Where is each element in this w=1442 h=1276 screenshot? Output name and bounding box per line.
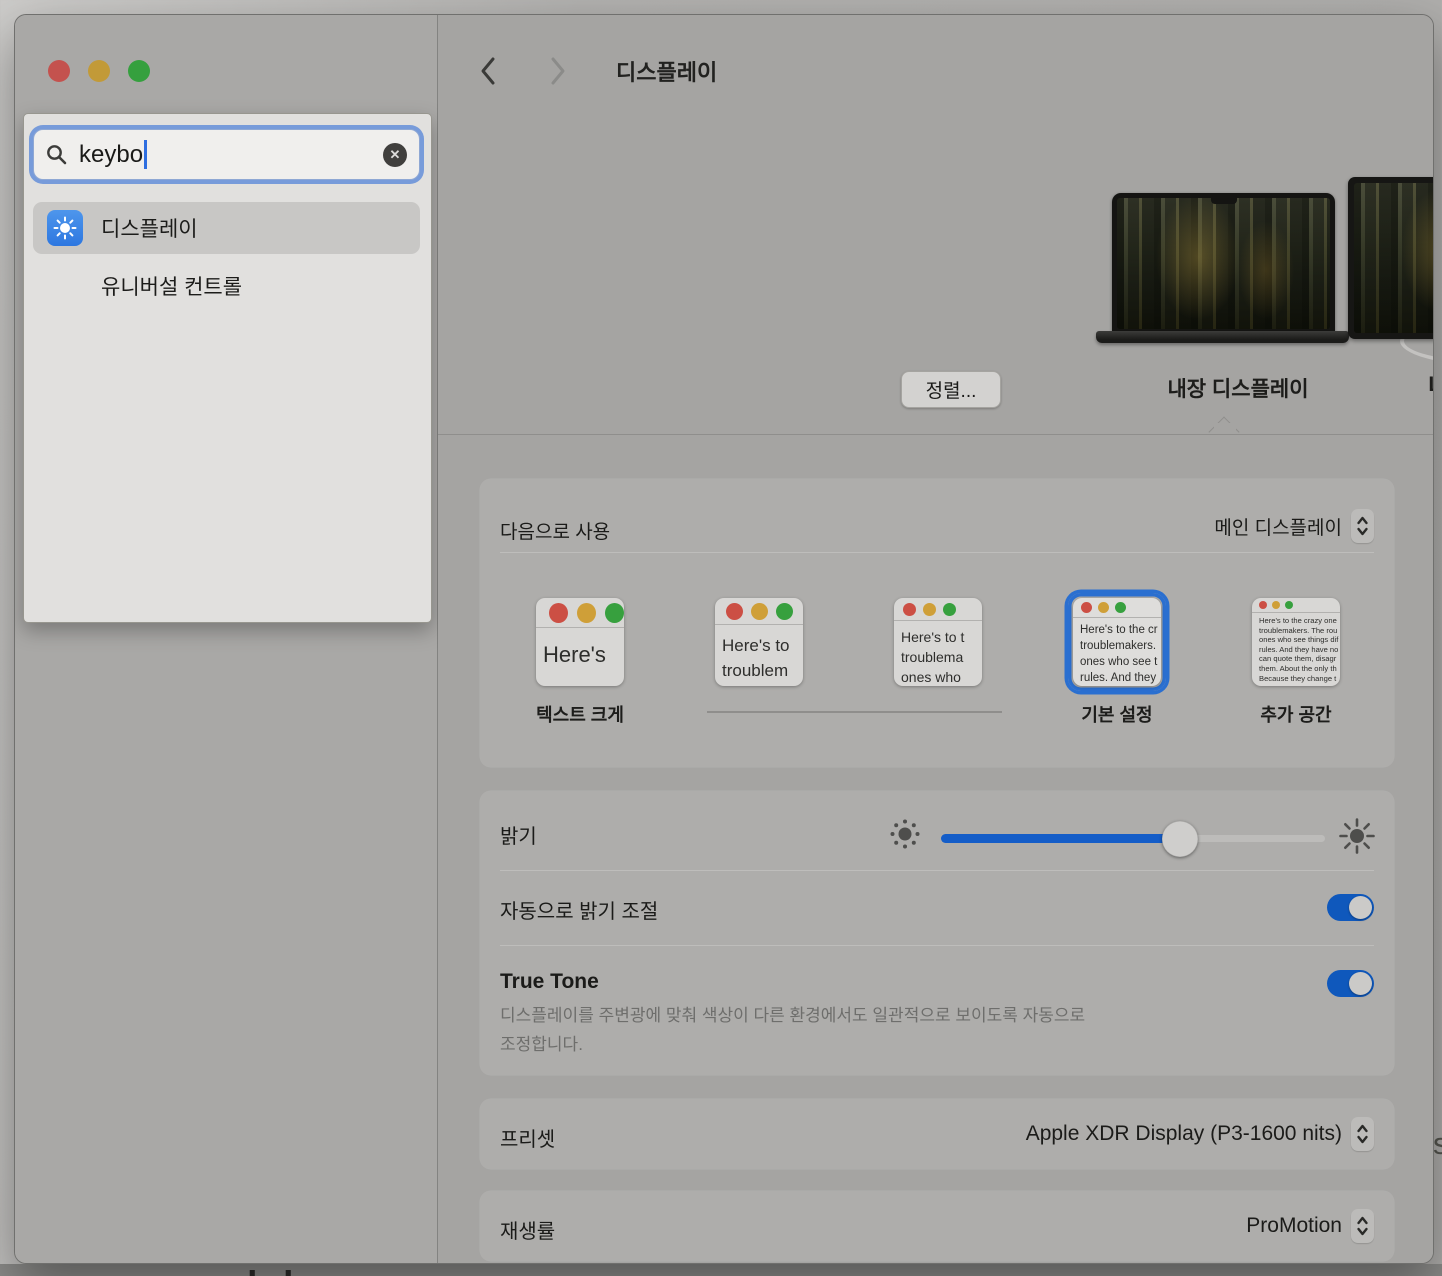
scaling-label-default: 기본 설정: [1027, 701, 1207, 727]
chevron-up-down-icon: [1351, 509, 1374, 543]
scaling-option-default[interactable]: Here's to the cr troublemakers. ones who…: [1068, 593, 1166, 691]
chevron-up-down-icon: [1351, 1209, 1374, 1243]
refresh-rate-label: 재생률: [500, 1215, 555, 1244]
divider: [500, 870, 1374, 871]
brightness-card: 밝기: [480, 791, 1394, 1075]
divider: [500, 552, 1374, 553]
refresh-rate-popup[interactable]: ProMotion: [1246, 1209, 1374, 1243]
section-divider: [438, 434, 1433, 435]
sidebar-item-label: 디스플레이: [101, 213, 198, 243]
brightness-bright-icon: [1338, 817, 1376, 855]
true-tone-toggle[interactable]: [1327, 970, 1374, 997]
refresh-rate-value: ProMotion: [1246, 1214, 1342, 1238]
true-tone-description: 디스플레이를 주변광에 맞춰 색상이 다른 환경에서도 일관적으로 보이도록 자…: [500, 1001, 1260, 1059]
background-partial-text-right: s: [1433, 1126, 1442, 1162]
scaling-option-more-space[interactable]: Here's to the crazy one troublemakers. T…: [1247, 593, 1345, 691]
chevron-up-down-icon: [1351, 1117, 1374, 1151]
brightness-dim-icon: [888, 817, 922, 851]
search-query-text: keybo: [79, 141, 143, 169]
window-controls: [48, 60, 150, 82]
preset-value: Apple XDR Display (P3-1600 nits): [1026, 1122, 1342, 1146]
divider: [500, 945, 1374, 946]
laptop-base: [1096, 331, 1349, 343]
back-button[interactable]: [478, 55, 498, 87]
zoom-window-button[interactable]: [128, 60, 150, 82]
background-strip: ssh-keygen: [0, 1264, 1442, 1276]
brightness-slider-knob[interactable]: [1162, 821, 1198, 857]
navigation-bar: 디스플레이: [438, 45, 1433, 97]
arrange-displays-button[interactable]: 정렬...: [901, 371, 1001, 408]
use-as-popup[interactable]: 메인 디스플레이: [1214, 509, 1374, 543]
external-display-thumbnail[interactable]: [1348, 177, 1434, 339]
preset-card: 프리셋 Apple XDR Display (P3-1600 nits): [480, 1099, 1394, 1169]
builtin-display-thumbnail[interactable]: [1112, 193, 1335, 334]
laptop-notch: [1211, 198, 1237, 204]
builtin-display-label: 내장 디스플레이: [1138, 373, 1338, 403]
forward-button[interactable]: [548, 55, 568, 87]
true-tone-label: True Tone: [500, 970, 599, 994]
auto-brightness-label: 자동으로 밝기 조절: [500, 895, 658, 924]
clear-search-icon[interactable]: ✕: [383, 143, 407, 167]
background-partial-text-bottom: ssh-keygen: [205, 1264, 414, 1276]
display-settings-icon: [47, 210, 83, 246]
auto-brightness-toggle[interactable]: [1327, 894, 1374, 921]
sidebar: keybo ✕ 디스플레이: [15, 15, 438, 1263]
brightness-slider[interactable]: [941, 834, 1326, 843]
scaling-label-more-space: 추가 공간: [1206, 701, 1386, 727]
search-results-panel: keybo ✕ 디스플레이: [23, 113, 432, 623]
scaling-label-larger-text: 텍스트 크게: [490, 701, 670, 727]
system-settings-window: keybo ✕ 디스플레이: [14, 14, 1434, 1264]
sidebar-item-label: 유니버설 컨트롤: [101, 271, 242, 301]
scaling-option-larger-text[interactable]: Here's: [531, 593, 629, 691]
search-input[interactable]: keybo ✕: [33, 129, 420, 180]
wallpaper-preview: [1117, 198, 1330, 329]
preset-popup[interactable]: Apple XDR Display (P3-1600 nits): [1026, 1117, 1374, 1151]
search-icon: [46, 144, 67, 165]
scaling-option-2[interactable]: Here's to troublem: [710, 593, 808, 691]
brightness-slider-fill: [941, 834, 1180, 843]
sidebar-item-displays[interactable]: 디스플레이: [33, 202, 420, 254]
refresh-rate-card: 재생률 ProMotion: [480, 1191, 1394, 1261]
close-window-button[interactable]: [48, 60, 70, 82]
display-mode-card: 다음으로 사용 메인 디스플레이: [480, 479, 1394, 767]
external-display-label: LG HDR 4K: [1385, 373, 1434, 397]
caret-mask: [1214, 423, 1236, 434]
main-content: 디스플레이 내장 디스플레이 LG HDR 4K 정렬... 다음으로 사용 메…: [438, 15, 1433, 1263]
use-as-value: 메인 디스플레이: [1214, 513, 1342, 540]
sidebar-item-universal-control[interactable]: 유니버설 컨트롤: [33, 260, 420, 312]
brightness-label: 밝기: [500, 820, 537, 849]
minimize-window-button[interactable]: [88, 60, 110, 82]
scaling-options-connector: [707, 711, 1002, 713]
use-as-label: 다음으로 사용: [500, 517, 610, 544]
wallpaper-preview: [1354, 183, 1434, 333]
scaling-option-3[interactable]: Here's to t troublema ones who: [889, 593, 987, 691]
page-title: 디스플레이: [616, 55, 717, 87]
text-cursor: [144, 140, 147, 169]
preset-label: 프리셋: [500, 1123, 555, 1152]
